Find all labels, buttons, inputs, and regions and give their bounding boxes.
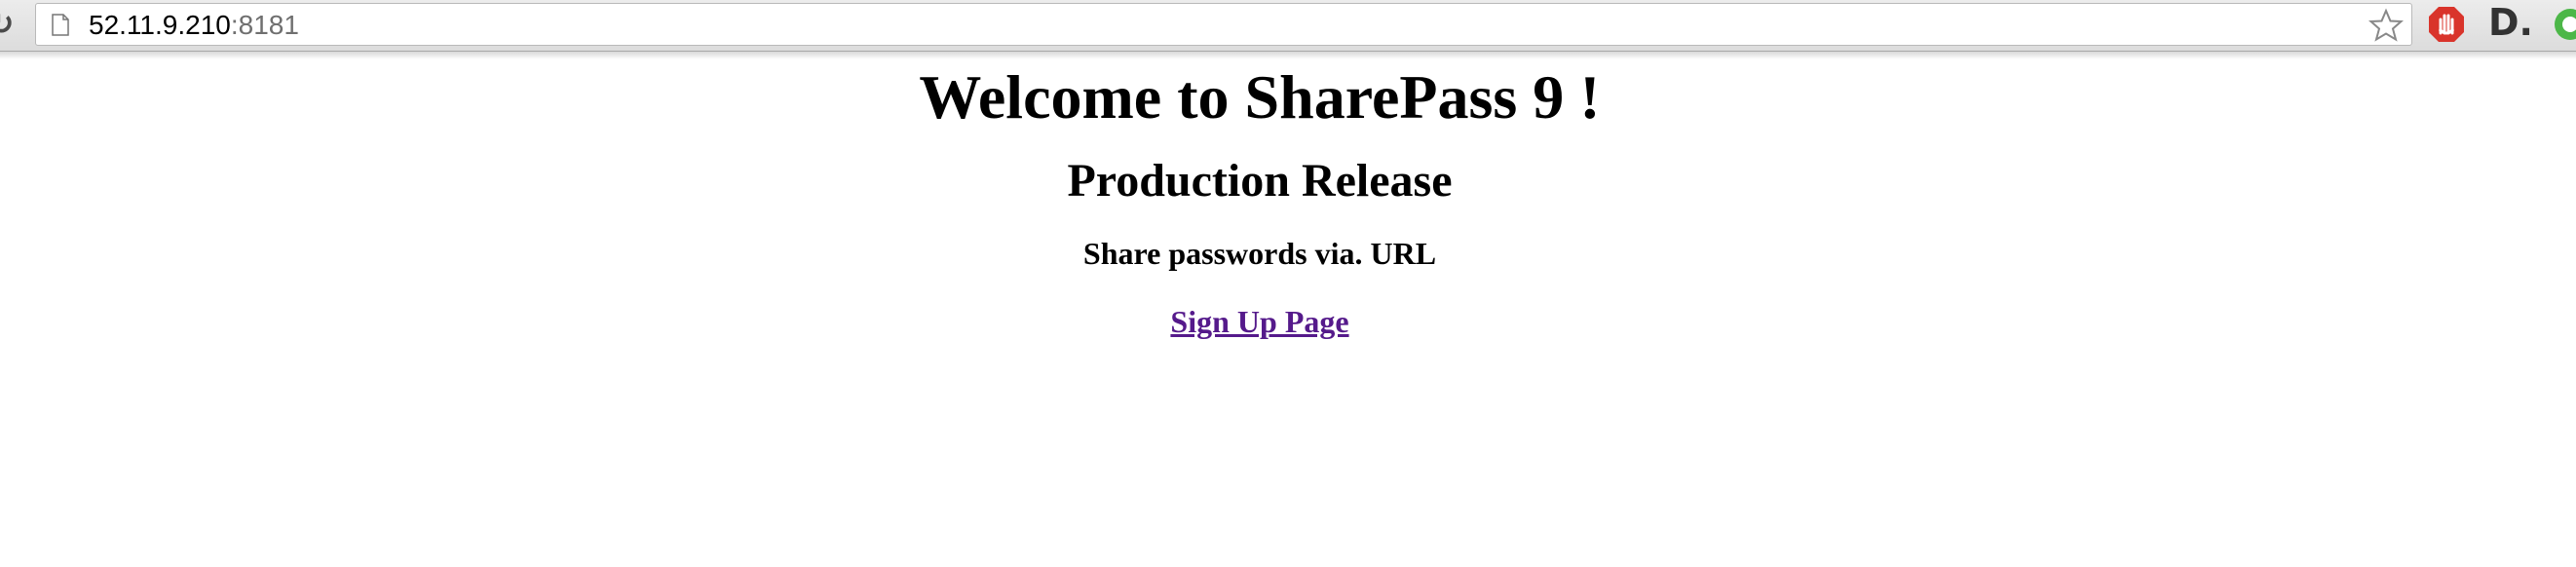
signup-link[interactable]: Sign Up Page bbox=[1170, 304, 1348, 339]
url-port: :8181 bbox=[230, 10, 299, 40]
address-bar[interactable]: 52.11.9.210:8181 bbox=[35, 3, 2412, 46]
d-icon[interactable]: D. bbox=[2488, 3, 2533, 42]
signup-link-container: Sign Up Page bbox=[0, 302, 2519, 341]
url-text[interactable]: 52.11.9.210:8181 bbox=[89, 11, 299, 40]
page-title: Welcome to SharePass 9 ! bbox=[919, 62, 1601, 132]
reload-icon[interactable]: ↻ bbox=[0, 8, 16, 39]
green-circle-icon[interactable] bbox=[2553, 7, 2576, 42]
bookmark-star-icon[interactable] bbox=[2368, 8, 2404, 43]
page-tagline: Share passwords via. URL bbox=[1082, 236, 1437, 271]
page-content: Welcome to SharePass 9 ! Production Rele… bbox=[0, 58, 2519, 341]
browser-toolbar: ↻ 52.11.9.210:8181 D. bbox=[0, 0, 2576, 52]
stop-hand-icon[interactable] bbox=[2428, 6, 2465, 43]
url-host: 52.11.9.210 bbox=[89, 10, 231, 40]
page-icon bbox=[52, 14, 69, 36]
page-subtitle: Production Release bbox=[1067, 155, 1453, 207]
